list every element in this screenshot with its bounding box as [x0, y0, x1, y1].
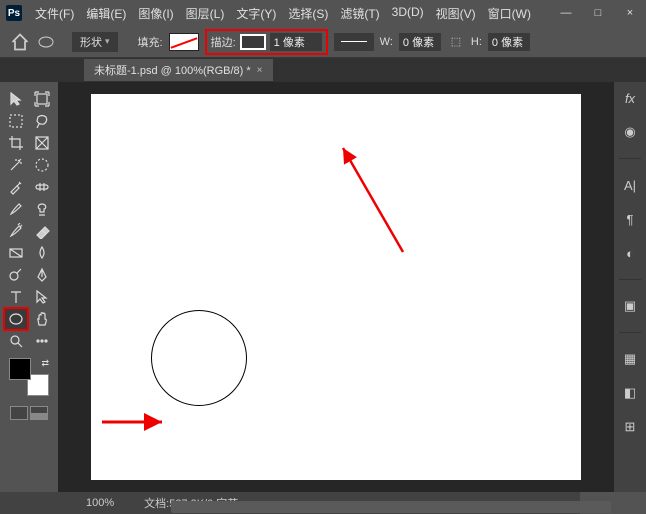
stroke-style-dropdown[interactable] — [334, 33, 374, 51]
hand-tool[interactable] — [30, 308, 54, 330]
foreground-color[interactable] — [9, 358, 31, 380]
lasso-tool[interactable] — [30, 110, 54, 132]
stamp-tool[interactable] — [30, 198, 54, 220]
fill-label: 填充: — [138, 34, 163, 50]
menu-图像i[interactable]: 图像(I) — [133, 3, 178, 24]
artboard-tool[interactable] — [30, 88, 54, 110]
color-wheel-icon[interactable]: ◉ — [620, 122, 640, 142]
fx-icon[interactable]: fx — [620, 88, 640, 108]
link-wh-icon[interactable]: ⬚ — [447, 33, 465, 51]
zoom-level[interactable]: 100% — [86, 497, 114, 509]
history-icon[interactable]: ▦ — [620, 349, 640, 369]
stroke-width-input[interactable] — [270, 33, 322, 51]
layers-icon[interactable]: ▣ — [620, 296, 640, 316]
close-button[interactable]: × — [620, 7, 640, 19]
selection-brush-tool[interactable] — [30, 154, 54, 176]
eyedropper-tool[interactable] — [4, 176, 28, 198]
home-icon[interactable] — [10, 32, 30, 52]
edit-toolbar[interactable] — [30, 330, 54, 352]
magic-wand-tool[interactable] — [4, 154, 28, 176]
separator — [619, 332, 641, 333]
gradient-tool[interactable] — [4, 242, 28, 264]
move-tool[interactable] — [4, 88, 28, 110]
menu-编辑e[interactable]: 编辑(E) — [81, 3, 131, 24]
menubar: 文件(F)编辑(E)图像(I)图层(L)文字(Y)选择(S)滤镜(T)3D(D)… — [30, 3, 536, 24]
frame-tool[interactable] — [30, 132, 54, 154]
standard-mode-icon[interactable] — [10, 406, 28, 420]
window-controls: — □ × — [556, 7, 640, 19]
pen-tool[interactable] — [30, 264, 54, 286]
menu-图层l[interactable]: 图层(L) — [181, 3, 230, 24]
width-input[interactable] — [399, 33, 441, 51]
eraser-tool[interactable] — [30, 220, 54, 242]
options-bar: 形状 填充: 描边: W: ⬚ H: — [0, 26, 646, 58]
minimize-button[interactable]: — — [556, 7, 576, 19]
maximize-button[interactable]: □ — [588, 7, 608, 19]
swatches-icon[interactable]: ◧ — [620, 383, 640, 403]
horizontal-scrollbar[interactable] — [171, 501, 611, 513]
blur-tool[interactable] — [30, 242, 54, 264]
stroke-swatch[interactable] — [240, 34, 266, 50]
ellipse-shape[interactable] — [151, 310, 247, 406]
ellipse-tool-icon[interactable] — [36, 32, 56, 52]
type-tool[interactable] — [4, 286, 28, 308]
brush-tool[interactable] — [4, 198, 28, 220]
tab-title: 未标题-1.psd @ 100%(RGB/8) * — [94, 62, 251, 78]
app-logo: Ps — [6, 5, 22, 21]
w-label: W: — [380, 36, 393, 48]
healing-brush-tool[interactable] — [30, 176, 54, 198]
menu-选择s[interactable]: 选择(S) — [283, 3, 333, 24]
fill-swatch[interactable] — [169, 33, 199, 51]
height-input[interactable] — [488, 33, 530, 51]
menu-3dd[interactable]: 3D(D) — [387, 3, 429, 24]
swap-colors-icon[interactable]: ⇄ — [41, 358, 49, 369]
quick-mask-icon[interactable] — [30, 406, 48, 420]
history-brush-tool[interactable] — [4, 220, 28, 242]
crop-tool[interactable] — [4, 132, 28, 154]
zoom-tool[interactable] — [4, 330, 28, 352]
stroke-group-highlighted: 描边: — [205, 29, 328, 55]
character-icon[interactable]: A| — [620, 175, 640, 195]
titlebar: Ps 文件(F)编辑(E)图像(I)图层(L)文字(Y)选择(S)滤镜(T)3D… — [0, 0, 646, 26]
path-selection-tool[interactable] — [30, 286, 54, 308]
separator — [619, 279, 641, 280]
separator — [619, 158, 641, 159]
grid-icon[interactable]: ⊞ — [620, 417, 640, 437]
close-icon[interactable]: × — [257, 65, 263, 76]
color-picker[interactable]: ⇄ — [9, 358, 49, 396]
canvas-area — [58, 82, 614, 492]
contrast-icon[interactable]: ◐ — [620, 243, 640, 263]
document-tab[interactable]: 未标题-1.psd @ 100%(RGB/8) * × — [84, 59, 273, 81]
stroke-label: 描边: — [211, 34, 236, 50]
ellipse-shape-tool[interactable] — [4, 308, 28, 330]
toolbox: ⇄ — [0, 82, 58, 492]
dodge-tool[interactable] — [4, 264, 28, 286]
right-panel-bar: fx ◉ A| ¶ ◐ ▣ ▦ ◧ ⊞ — [614, 82, 646, 492]
workspace: ⇄ fx ◉ A| ¶ ◐ ▣ ▦ ◧ ⊞ — [0, 82, 646, 492]
canvas[interactable] — [91, 94, 581, 480]
menu-文字y[interactable]: 文字(Y) — [231, 3, 281, 24]
paragraph-icon[interactable]: ¶ — [620, 209, 640, 229]
menu-文件f[interactable]: 文件(F) — [30, 3, 79, 24]
menu-视图v[interactable]: 视图(V) — [431, 3, 481, 24]
document-tabbar: 未标题-1.psd @ 100%(RGB/8) * × — [0, 58, 646, 82]
shape-mode-dropdown[interactable]: 形状 — [72, 32, 118, 52]
h-label: H: — [471, 36, 482, 48]
menu-窗口w[interactable]: 窗口(W) — [483, 3, 536, 24]
menu-滤镜t[interactable]: 滤镜(T) — [335, 3, 384, 24]
marquee-tool[interactable] — [4, 110, 28, 132]
